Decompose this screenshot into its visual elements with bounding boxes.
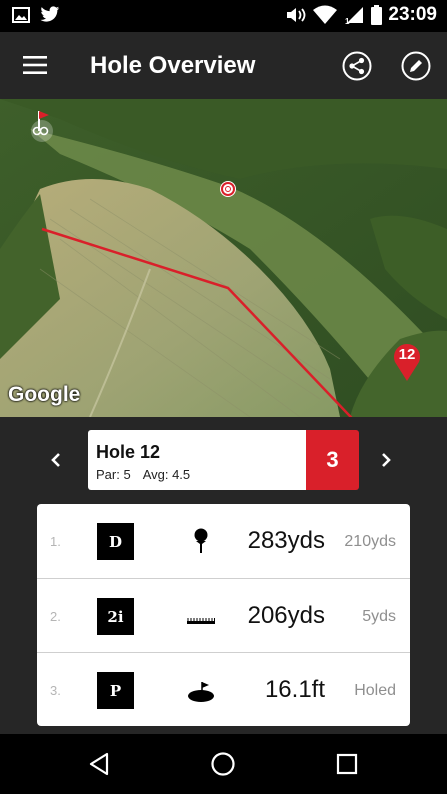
system-nav-bar [0, 734, 447, 794]
battery-icon [371, 5, 383, 25]
green-icon [188, 682, 214, 702]
menu-button[interactable] [18, 50, 52, 80]
signal-icon: 1 [345, 7, 364, 25]
home-circle-icon [211, 752, 235, 776]
home-button[interactable] [206, 748, 240, 780]
hole-name: Hole 12 [96, 442, 161, 462]
next-hole-button[interactable] [370, 445, 402, 475]
share-icon [342, 51, 372, 81]
google-logo: Google [8, 383, 81, 406]
chevron-right-icon [382, 453, 391, 467]
status-bar: R 1 23:09 [0, 0, 447, 32]
shot-number: 2. [50, 609, 61, 624]
edit-button[interactable] [399, 49, 433, 83]
status-time: 23:09 [388, 4, 437, 25]
hole-meta: Par: 5 Avg: 4.5 [96, 467, 202, 482]
gallery-notification-icon [12, 6, 30, 23]
club-badge: P [97, 672, 134, 709]
distance-remaining: 210yds [344, 533, 396, 550]
distance-remaining: Holed [354, 682, 396, 699]
tee-icon [194, 528, 208, 553]
tee-marker[interactable]: 12 [392, 342, 422, 382]
pin-label: 12 [398, 346, 416, 363]
share-button[interactable] [340, 49, 374, 83]
shot-distance: 206yds [247, 602, 325, 629]
hole-card[interactable]: Hole 12 Par: 5 Avg: 4.5 [88, 430, 306, 490]
back-triangle-icon [89, 752, 109, 776]
shot-row[interactable]: 2. 2i 206yds 5yds [37, 578, 410, 653]
svg-text:1: 1 [345, 17, 350, 25]
prev-hole-button[interactable] [40, 445, 72, 475]
shot-row[interactable]: 1. D 283yds 210yds [37, 504, 410, 578]
vibrate-volume-icon [287, 8, 306, 22]
hole-par: Par: 5 [96, 467, 131, 482]
hole-map[interactable]: 12 [0, 99, 447, 417]
shots-list: 1. D 283yds 210yds 2. 2i 206yds 5yds 3. … [37, 504, 410, 726]
shot-number: 3. [50, 683, 61, 698]
club-badge: 2i [97, 598, 134, 635]
satellite-map [0, 99, 447, 417]
menu-icon [23, 56, 47, 74]
distance-remaining: 5yds [362, 608, 396, 625]
fairway-icon [187, 618, 215, 624]
shot-target-icon[interactable] [218, 179, 238, 199]
wifi-icon: R [313, 5, 338, 25]
shot-row[interactable]: 3. P 16.1ft Holed [37, 652, 410, 726]
chevron-left-icon [51, 453, 60, 467]
recents-button[interactable] [330, 748, 364, 780]
shot-number: 1. [50, 534, 61, 549]
club-badge: D [97, 523, 134, 560]
app-bar: Hole Overview [0, 32, 447, 99]
page-title: Hole Overview [90, 52, 256, 79]
hole-score-badge: 3 [306, 430, 359, 490]
recents-square-icon [336, 753, 358, 775]
shot-distance: 16.1ft [264, 676, 325, 703]
twitter-icon [40, 6, 60, 22]
back-button[interactable] [82, 748, 116, 780]
flag-icon[interactable] [27, 107, 57, 143]
hole-avg: Avg: 4.5 [142, 467, 191, 482]
svg-text:R: R [329, 19, 334, 25]
edit-icon [401, 51, 431, 81]
shot-distance: 283yds [247, 527, 325, 554]
